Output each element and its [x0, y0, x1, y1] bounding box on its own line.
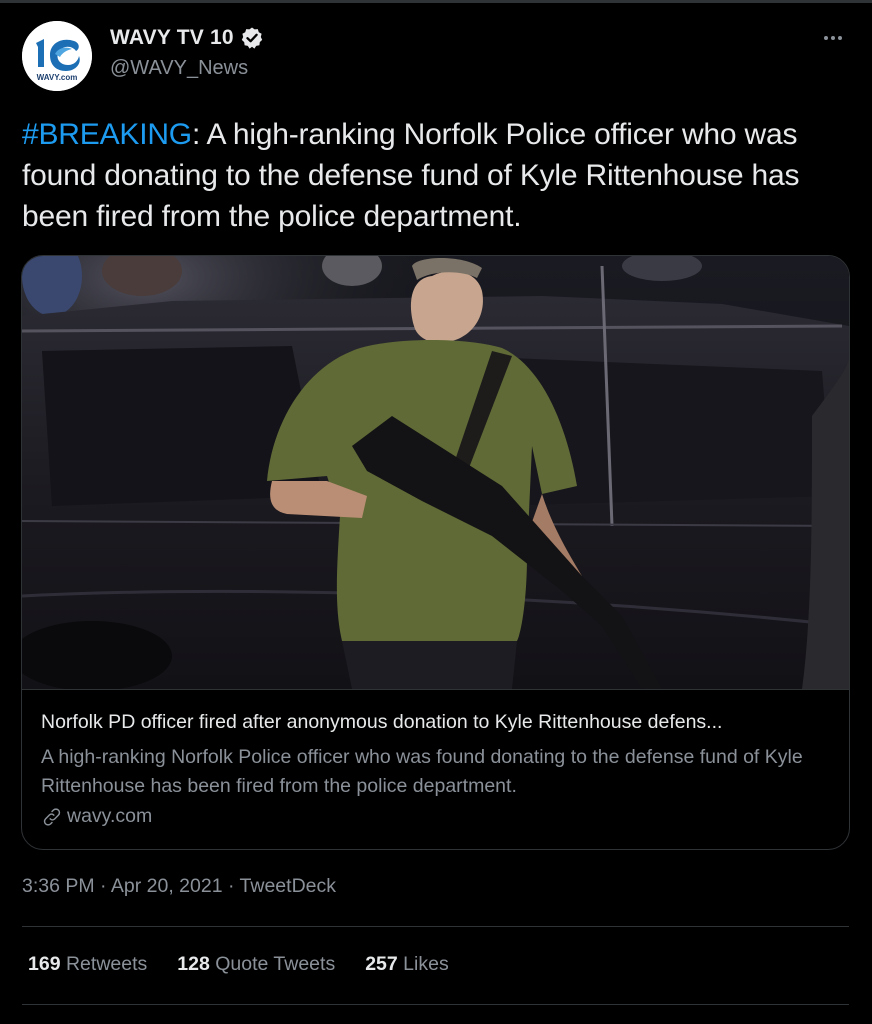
retweets-count: 169 — [28, 953, 61, 975]
engagement-stats: 169 Retweets 128 Quote Tweets 257 Likes — [28, 953, 449, 976]
card-domain[interactable]: wavy.com — [41, 805, 152, 828]
retweets-stat[interactable]: 169 Retweets — [28, 953, 147, 976]
verified-badge-icon — [241, 27, 262, 49]
likes-stat[interactable]: 257 Likes — [365, 953, 449, 976]
quote-tweets-stat[interactable]: 128 Quote Tweets — [177, 953, 335, 976]
retweets-label: Retweets — [65, 953, 148, 975]
card-image[interactable] — [22, 256, 849, 690]
divider — [22, 1004, 849, 1005]
top-divider — [0, 0, 872, 3]
card-title[interactable]: Norfolk PD officer fired after anonymous… — [41, 711, 831, 734]
display-name[interactable]: WAVY TV 10 — [110, 26, 234, 50]
likes-count: 257 — [365, 953, 398, 975]
meta-separator: · — [222, 875, 240, 897]
dot-icon — [831, 36, 835, 40]
dot-icon — [824, 36, 828, 40]
avatar[interactable]: WAVY.com — [22, 21, 92, 91]
news-photo — [22, 256, 849, 689]
tweet-time[interactable]: 3:36 PM — [22, 875, 95, 897]
author-name-row[interactable]: WAVY TV 10 — [110, 26, 264, 50]
tweet-text: #BREAKING: A high-ranking Norfolk Police… — [22, 114, 852, 237]
link-card[interactable]: Norfolk PD officer fired after anonymous… — [21, 255, 850, 850]
tweet-source[interactable]: TweetDeck — [240, 875, 336, 897]
tweet-date[interactable]: Apr 20, 2021 — [111, 875, 223, 897]
author-handle[interactable]: @WAVY_News — [110, 57, 248, 80]
svg-text:WAVY.com: WAVY.com — [37, 73, 78, 82]
link-icon — [43, 807, 61, 826]
quote-tweets-count: 128 — [177, 953, 210, 975]
meta-separator: · — [94, 875, 111, 897]
divider — [22, 926, 849, 927]
tweet-meta: 3:36 PM · Apr 20, 2021 · TweetDeck — [22, 875, 336, 898]
wavy-logo-icon: WAVY.com — [22, 21, 92, 91]
more-options-button[interactable] — [818, 26, 848, 50]
quote-tweets-label: Quote Tweets — [215, 953, 336, 975]
card-description: A high-ranking Norfolk Police officer wh… — [41, 746, 803, 797]
dot-icon — [838, 36, 842, 40]
hashtag-link[interactable]: #BREAKING — [22, 118, 192, 151]
likes-label: Likes — [403, 953, 449, 975]
card-domain-text[interactable]: wavy.com — [67, 805, 152, 828]
